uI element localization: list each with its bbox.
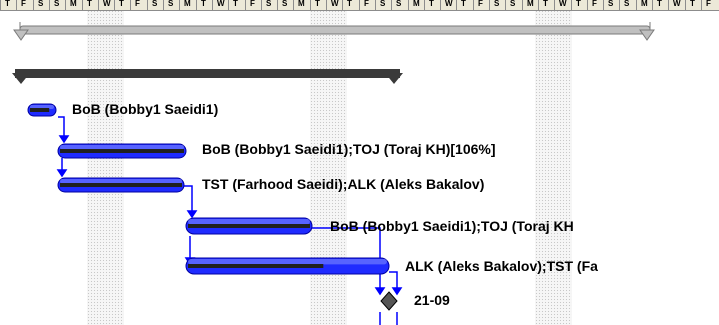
task-resource-label: BoB (Bobby1 Saeidi1);TOJ (Toraj KH)[106%… — [202, 141, 496, 157]
milestone-diamond-icon[interactable] — [380, 291, 398, 311]
task-resource-label: TST (Farhood Saeidi);ALK (Aleks Bakalov) — [202, 176, 485, 192]
task-progress-bar — [188, 224, 310, 228]
gantt-bars-layer — [12, 22, 655, 325]
task-progress-bar — [30, 108, 50, 112]
project-summary-bar[interactable] — [13, 22, 655, 41]
task-bar[interactable] — [57, 143, 187, 159]
task-bar[interactable] — [57, 177, 185, 193]
task-resource-label: ALK (Aleks Bakalov);TST (Fa — [405, 258, 598, 274]
task-bar[interactable] — [185, 217, 313, 235]
summary-task-bar[interactable] — [12, 69, 403, 84]
task-resource-label: BoB (Bobby1 Saeidi1);TOJ (Toraj KH — [330, 218, 574, 234]
task-resource-label: BoB (Bobby1 Saeidi1) — [72, 101, 219, 117]
task-progress-bar — [188, 264, 324, 268]
gantt-chart-area[interactable]: TFSSMTWTFSSMTWTFSSMTWTFSSMTWTFSSMTWTFSSM… — [0, 0, 719, 325]
task-bar[interactable] — [27, 103, 57, 117]
milestone-label: 21-09 — [414, 292, 450, 308]
task-bar[interactable] — [185, 257, 390, 275]
task-progress-bar — [60, 183, 182, 187]
task-progress-bar — [60, 149, 184, 153]
